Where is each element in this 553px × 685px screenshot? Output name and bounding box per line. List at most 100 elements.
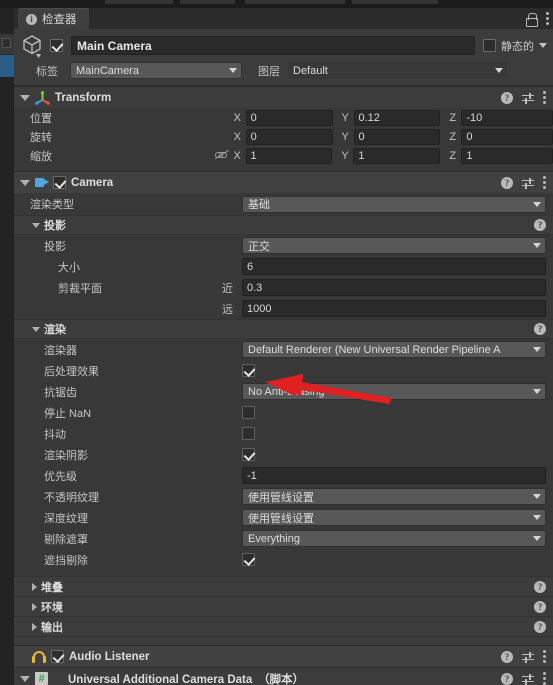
depth-texture-dropdown[interactable]: 使用管线设置 xyxy=(242,509,546,526)
kebab-menu-icon[interactable] xyxy=(543,91,546,104)
render-shadows-label: 渲染阴影 xyxy=(44,449,88,462)
post-processing-checkbox[interactable] xyxy=(242,364,255,377)
transform-foldout-icon[interactable] xyxy=(20,94,30,101)
help-icon[interactable]: ? xyxy=(534,580,546,593)
output-section-header[interactable]: 输出 ? xyxy=(14,616,553,636)
render-type-value: 基础 xyxy=(248,199,270,211)
camera-header[interactable]: Camera ? xyxy=(14,172,553,193)
kebab-menu-icon[interactable] xyxy=(543,650,546,663)
rotation-z-input[interactable]: 0 xyxy=(461,128,553,145)
scale-x-input[interactable]: 1 xyxy=(245,147,333,164)
opaque-texture-label: 不透明纹理 xyxy=(44,491,99,504)
occlusion-culling-label: 遮挡剔除 xyxy=(44,554,88,567)
tag-dropdown[interactable]: MainCamera xyxy=(70,62,242,79)
scale-z-input[interactable]: 1 xyxy=(461,147,553,164)
environment-section-header[interactable]: 环境 ? xyxy=(14,596,553,616)
transform-header-actions: ? xyxy=(501,91,553,104)
gameobject-enabled-checkbox[interactable] xyxy=(50,39,63,52)
uacd-title: Universal Additional Camera Data （脚本） xyxy=(68,673,305,685)
preset-icon[interactable] xyxy=(522,651,534,663)
static-checkbox[interactable] xyxy=(483,39,496,52)
occlusion-culling-checkbox[interactable] xyxy=(242,553,255,566)
projection-dropdown[interactable]: 正交 xyxy=(242,237,546,254)
environment-foldout-icon[interactable] xyxy=(32,602,37,611)
render-type-row: 渲染类型 基础 xyxy=(14,193,553,215)
help-icon[interactable]: ? xyxy=(501,176,513,189)
gameobject-name-input[interactable]: Main Camera xyxy=(71,36,475,55)
lock-icon[interactable] xyxy=(526,12,538,27)
anti-aliasing-dropdown[interactable]: No Anti-aliasing xyxy=(242,383,546,400)
rendering-foldout-icon[interactable] xyxy=(32,326,40,332)
static-dropdown-caret-icon[interactable] xyxy=(539,43,547,48)
chevron-down-icon xyxy=(533,347,541,352)
uacd-header[interactable]: # Universal Additional Camera Data （脚本） … xyxy=(14,668,553,685)
help-icon[interactable]: ? xyxy=(501,650,513,663)
toolbar-segment-1[interactable] xyxy=(105,0,173,4)
help-icon[interactable]: ? xyxy=(534,600,546,613)
camera-title: Camera xyxy=(71,176,114,189)
renderer-value: Default Renderer (New Universal Render P… xyxy=(248,343,501,356)
environment-section-title: 环境 xyxy=(41,601,63,614)
inspector-tabbar-actions xyxy=(526,8,549,29)
stack-foldout-icon[interactable] xyxy=(32,582,37,591)
rail-selected-item[interactable] xyxy=(0,55,14,77)
toolbar-segment-3[interactable] xyxy=(245,0,345,4)
rail-chip-icon[interactable] xyxy=(2,38,11,48)
render-type-dropdown[interactable]: 基础 xyxy=(242,195,546,213)
culling-mask-dropdown[interactable]: Everything xyxy=(242,530,546,547)
clipping-planes-far-row: 远 1000 xyxy=(14,298,553,319)
tab-inspector[interactable]: i 检查器 xyxy=(18,8,89,29)
render-shadows-checkbox[interactable] xyxy=(242,448,255,461)
far-clip-input[interactable]: 1000 xyxy=(242,300,546,317)
position-x-input[interactable]: 0 xyxy=(245,109,333,126)
preset-icon[interactable] xyxy=(522,673,534,685)
size-label: 大小 xyxy=(58,261,80,274)
audio-listener-header[interactable]: Audio Listener ? xyxy=(14,646,553,667)
rotation-y-input[interactable]: 0 xyxy=(353,128,441,145)
transform-header[interactable]: Transform ? xyxy=(14,87,553,108)
help-icon[interactable]: ? xyxy=(534,620,546,633)
help-icon[interactable]: ? xyxy=(534,219,546,231)
help-icon[interactable]: ? xyxy=(534,323,546,335)
scale-y-input[interactable]: 1 xyxy=(353,147,441,164)
layer-dropdown[interactable]: Default xyxy=(288,62,507,79)
dithering-checkbox[interactable] xyxy=(242,427,255,440)
help-icon[interactable]: ? xyxy=(501,672,513,685)
rotation-x-input[interactable]: 0 xyxy=(245,128,333,145)
transform-title: Transform xyxy=(55,91,112,104)
uacd-foldout-icon[interactable] xyxy=(20,675,30,682)
opaque-texture-dropdown[interactable]: 使用管线设置 xyxy=(242,488,546,505)
camera-enabled-checkbox[interactable] xyxy=(53,176,66,189)
toolbar-segment-4[interactable] xyxy=(352,0,438,4)
projection-section-header[interactable]: 投影 ? xyxy=(14,215,553,235)
priority-input[interactable]: -1 xyxy=(242,467,546,484)
camera-bottom-spacer xyxy=(14,636,553,645)
dithering-label: 抖动 xyxy=(44,428,66,441)
preset-icon[interactable] xyxy=(522,177,534,189)
help-icon[interactable]: ? xyxy=(501,91,513,104)
kebab-menu-icon[interactable] xyxy=(543,176,546,189)
projection-row: 投影 正交 xyxy=(14,235,553,256)
rendering-section-header[interactable]: 渲染 ? xyxy=(14,319,553,339)
size-input[interactable]: 6 xyxy=(242,258,546,275)
scale-constrain-link-off-icon[interactable] xyxy=(214,149,229,161)
preset-icon[interactable] xyxy=(522,92,534,104)
opaque-texture-row: 不透明纹理 使用管线设置 xyxy=(14,486,553,507)
axis-z-label: Z xyxy=(449,130,457,143)
kebab-menu-icon[interactable] xyxy=(546,12,549,25)
renderer-dropdown[interactable]: Default Renderer (New Universal Render P… xyxy=(242,341,546,358)
output-foldout-icon[interactable] xyxy=(32,622,37,631)
camera-header-actions: ? xyxy=(501,176,553,189)
audio-listener-enabled-checkbox[interactable] xyxy=(51,650,64,663)
chevron-down-icon xyxy=(533,389,541,394)
near-clip-input[interactable]: 0.3 xyxy=(242,279,546,296)
projection-foldout-icon[interactable] xyxy=(32,222,40,228)
kebab-menu-icon[interactable] xyxy=(543,672,546,685)
position-z-input[interactable]: -10 xyxy=(461,109,553,126)
toolbar-segment-2[interactable] xyxy=(180,0,235,4)
stop-nan-checkbox[interactable] xyxy=(242,406,255,419)
axis-z-label: Z xyxy=(449,149,457,162)
stack-section-header[interactable]: 堆叠 ? xyxy=(14,576,553,596)
position-y-input[interactable]: 0.12 xyxy=(353,109,441,126)
camera-foldout-icon[interactable] xyxy=(20,179,30,186)
